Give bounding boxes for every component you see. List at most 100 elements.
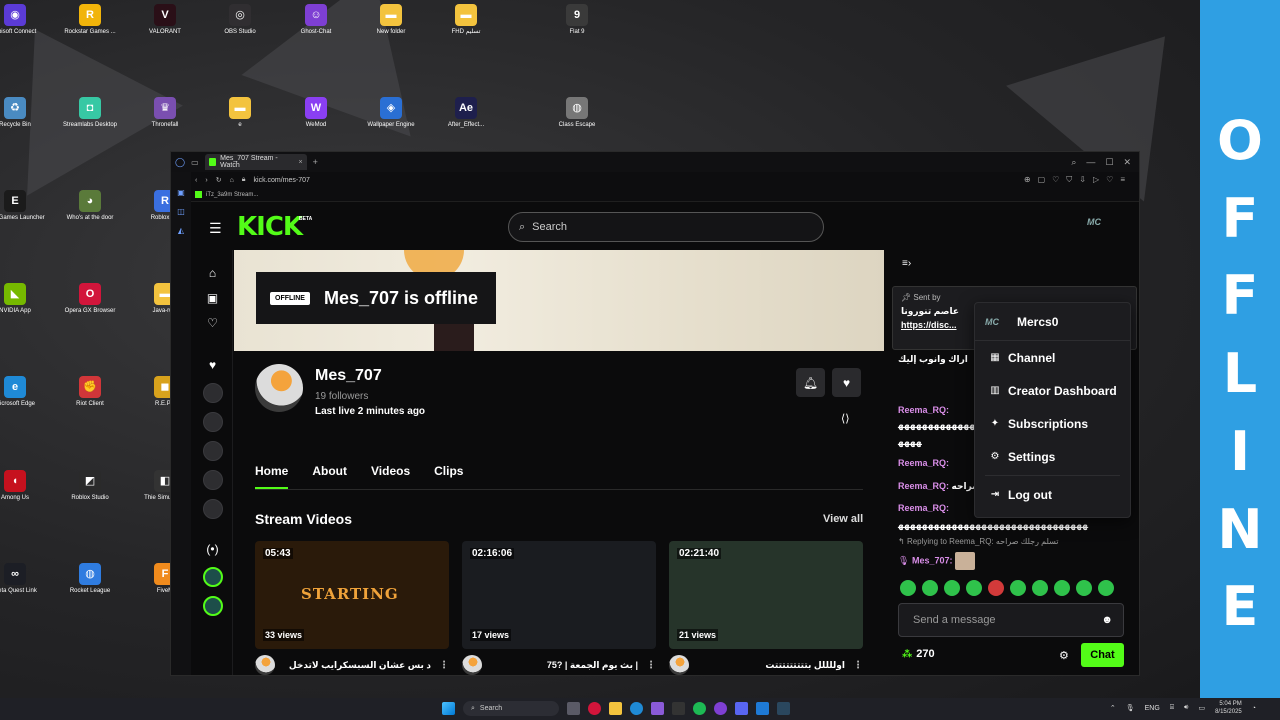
followed-channel-avatar[interactable] — [202, 383, 223, 403]
back-icon[interactable]: ‹ — [195, 177, 197, 184]
video-channel-avatar[interactable] — [255, 655, 275, 675]
more-options-icon[interactable]: ⋮ — [439, 660, 449, 671]
followed-channel-avatar[interactable] — [202, 470, 223, 490]
emote-button[interactable] — [922, 580, 938, 596]
browse-icon[interactable]: ▣ — [207, 291, 218, 307]
desktop-icon[interactable]: e Microsoft Edge — [0, 376, 47, 408]
menu-item-subscriptions[interactable]: ✦ Subscriptions — [975, 407, 1130, 440]
close-tab-icon[interactable]: × — [299, 159, 303, 166]
following-icon[interactable]: ♡ — [207, 316, 218, 332]
snapshot-icon[interactable]: ▢ — [1038, 175, 1046, 185]
video-thumbnail[interactable]: 05:43 STARTING 33 views — [255, 541, 449, 649]
channel-points[interactable]: ⁂ 270 — [902, 648, 935, 660]
video-card[interactable]: 02:16:06 17 views بث يوم الجمعة | ?75 | ⋮ — [462, 541, 656, 675]
channel-name[interactable]: Mes_707 — [315, 367, 382, 385]
video-title[interactable]: د بس عشان السبسكرايب لاتدخل — [283, 660, 431, 671]
menu-header[interactable]: MC Mercs0 — [975, 303, 1130, 341]
file-explorer-icon[interactable] — [609, 702, 622, 715]
emote-button[interactable] — [944, 580, 960, 596]
chat-input[interactable]: Send a message ☻ — [898, 603, 1124, 637]
spotify-icon[interactable] — [693, 702, 706, 715]
view-all-link[interactable]: View all — [823, 513, 863, 525]
sidebar-player-icon[interactable]: ◭ — [178, 226, 184, 235]
video-card[interactable]: 05:43 STARTING 33 views د بس عشان السبسكراي… — [255, 541, 449, 675]
desktop-icon[interactable]: ▬ e — [208, 97, 272, 129]
desktop-icon[interactable]: ▬ FHD تسليم — [434, 4, 498, 36]
desktop-icon[interactable]: ♻ Recycle Bin — [0, 97, 47, 129]
terminal-icon[interactable] — [672, 702, 685, 715]
channel-tab[interactable]: Clips — [434, 464, 463, 489]
emote-button[interactable] — [988, 580, 1004, 596]
chat-username[interactable]: Reema_RQ: — [898, 458, 949, 468]
desktop-icon[interactable]: ◕ Who's at the door — [58, 190, 122, 222]
video-title[interactable]: اوللللل بتتتتتتتتتت — [697, 660, 845, 671]
tab-list-icon[interactable]: ▭ — [191, 158, 199, 167]
desktop-icon[interactable]: R Rockstar Games ... — [58, 4, 122, 36]
opera-taskbar-icon[interactable] — [588, 702, 601, 715]
edge-taskbar-icon[interactable] — [630, 702, 643, 715]
maximize-icon[interactable]: ☐ — [1105, 157, 1113, 168]
microphone-icon[interactable]: 🎙︎ — [1126, 704, 1135, 712]
chat-username[interactable]: Reema_RQ: — [898, 481, 949, 491]
close-window-icon[interactable]: ✕ — [1123, 157, 1131, 168]
video-thumbnail[interactable]: 02:21:40 21 views — [669, 541, 863, 649]
emote-button[interactable] — [1032, 580, 1048, 596]
discord-icon[interactable] — [735, 702, 748, 715]
battery-icon[interactable]: ▭ — [1198, 704, 1205, 712]
desktop-icon[interactable]: ◖ Among Us — [0, 470, 47, 502]
hamburger-menu-icon[interactable]: ☰ — [209, 220, 222, 237]
chat-username[interactable]: Reema_RQ: — [898, 405, 949, 415]
desktop-icon[interactable]: ▬ New folder — [359, 4, 423, 36]
heart-icon[interactable]: ♡ — [1106, 175, 1113, 185]
desktop-icon[interactable]: ◍ Class Escape — [545, 97, 609, 129]
sidebar-messenger-icon[interactable]: ◫ — [177, 207, 185, 216]
channel-avatar[interactable] — [255, 364, 303, 412]
collapse-chat-icon[interactable]: ≡› — [902, 258, 911, 269]
emote-button[interactable] — [966, 580, 982, 596]
home-icon[interactable]: ⌂ — [209, 266, 216, 282]
browser-tab[interactable]: Mes_707 Stream - Watch × — [204, 154, 307, 170]
more-options-icon[interactable]: ⋮ — [853, 660, 863, 671]
menu-item-settings[interactable]: ⚙ Settings — [975, 440, 1130, 473]
share-icon[interactable]: ⟨⟩ — [841, 412, 850, 425]
emote-button[interactable] — [1076, 580, 1092, 596]
network-icon[interactable]: ⌸ — [1170, 704, 1174, 712]
follow-button[interactable]: ♥ — [832, 368, 861, 397]
kick-logo[interactable]: KICK — [237, 212, 303, 242]
bookmark-icon[interactable]: ♡ — [1052, 175, 1059, 185]
channel-tab[interactable]: Videos — [371, 464, 410, 489]
opera-icon[interactable]: ◯ — [175, 157, 185, 168]
emote-button[interactable] — [900, 580, 916, 596]
video-title[interactable]: بث يوم الجمعة | ?75 | — [490, 660, 638, 671]
more-options-icon[interactable]: ⋮ — [646, 660, 656, 671]
windows-start-icon[interactable] — [442, 702, 455, 715]
search-input[interactable]: ⌕ Search — [508, 212, 824, 242]
desktop-icon[interactable]: W WeMod — [284, 97, 348, 129]
desktop-icon[interactable]: ♛ Thronefall — [133, 97, 197, 129]
desktop-icon[interactable]: ◉ Ubisoft Connect — [0, 4, 47, 36]
channel-tab[interactable]: Home — [255, 464, 289, 489]
taskbar-search[interactable]: ⌕ Search — [463, 701, 559, 716]
shield-icon[interactable]: ⛉ — [1066, 175, 1072, 185]
desktop-icon[interactable]: ◘ Streamlabs Desktop — [58, 97, 122, 129]
menu-item-creator-dashboard[interactable]: ▥ Creator Dashboard — [975, 374, 1130, 407]
tray-overflow-icon[interactable]: ⌃ — [1110, 704, 1116, 712]
channel-tab[interactable]: About — [312, 464, 347, 489]
video-card[interactable]: 02:21:40 21 views اوللللل بتتتتتتتتتت ⋮ — [669, 541, 863, 675]
chat-send-button[interactable]: Chat — [1081, 643, 1124, 667]
menu-item-log-out[interactable]: ⇥ Log out — [975, 478, 1130, 511]
new-tab-button[interactable]: + — [313, 157, 318, 167]
desktop-icon[interactable]: Ae After_Effect... — [434, 97, 498, 129]
desktop-icon[interactable]: ✊ Riot Client — [58, 376, 122, 408]
clock[interactable]: 5:04 PM 8/15/2025 — [1215, 700, 1242, 716]
user-avatar[interactable]: MC — [1087, 217, 1109, 233]
forward-icon[interactable]: › — [205, 177, 207, 184]
notification-button[interactable]: 🔔︎ — [796, 368, 825, 397]
reload-icon[interactable]: ↻ — [216, 176, 222, 184]
ghost-chat-taskbar-icon[interactable] — [714, 702, 727, 715]
steam-icon[interactable] — [777, 702, 790, 715]
desktop-icon[interactable]: 9 Flat 9 — [545, 4, 609, 36]
vscode-icon[interactable] — [756, 702, 769, 715]
emote-button[interactable] — [1010, 580, 1026, 596]
desktop-icon[interactable]: ◍ Rocket League — [58, 563, 122, 595]
